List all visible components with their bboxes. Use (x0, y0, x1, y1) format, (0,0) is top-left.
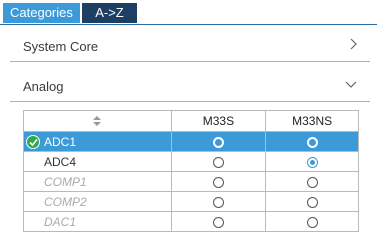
radio-cell-m33s (170, 211, 267, 232)
row-name-cell[interactable]: ADC1 (23, 131, 172, 152)
radio-m33ns[interactable] (306, 196, 318, 208)
chevron-right-icon (348, 37, 358, 54)
radio-cell-m33ns (265, 171, 359, 192)
row-label: COMP2 (44, 194, 87, 209)
row-label: COMP1 (44, 174, 87, 189)
section-system-core[interactable]: System Core (10, 35, 370, 62)
radio-cell-m33s (170, 151, 267, 172)
table-row[interactable]: ADC1 (23, 131, 359, 152)
radio-cell-m33s (170, 191, 267, 212)
tab-a-to-z[interactable]: A->Z (82, 3, 137, 23)
radio-m33s[interactable] (212, 176, 224, 188)
table-row[interactable]: DAC1 (23, 211, 359, 232)
radio-m33s[interactable] (212, 196, 224, 208)
row-label: ADC1 (44, 134, 77, 149)
radio-cell-m33ns (265, 191, 359, 212)
sort-header[interactable] (23, 110, 172, 132)
sort-icon (93, 116, 102, 127)
column-header-m33s[interactable]: M33S (170, 110, 267, 132)
row-label: ADC4 (44, 154, 77, 169)
table-header: M33S M33NS (23, 110, 359, 132)
check-circle-icon (26, 135, 40, 149)
radio-m33ns[interactable] (306, 216, 318, 228)
radio-cell-m33s (170, 171, 267, 192)
radio-cell-m33ns (265, 131, 359, 152)
row-label: DAC1 (44, 214, 77, 229)
section-label: System Core (23, 39, 99, 54)
radio-cell-m33ns (265, 211, 359, 232)
row-name-cell[interactable]: ADC4 (23, 151, 172, 172)
radio-m33s[interactable] (212, 216, 224, 228)
table-row[interactable]: ADC4 (23, 151, 359, 172)
section-analog[interactable]: Analog (10, 75, 370, 102)
radio-cell-m33s (170, 131, 267, 152)
tab-categories[interactable]: Categories (3, 3, 80, 23)
row-name-cell[interactable]: COMP2 (23, 191, 172, 212)
tab-bar: Categories A->Z (0, 0, 377, 25)
row-name-cell[interactable]: DAC1 (23, 211, 172, 232)
table-row[interactable]: COMP2 (23, 191, 359, 212)
radio-m33s[interactable] (212, 136, 224, 148)
radio-m33s[interactable] (212, 156, 224, 168)
column-header-m33ns[interactable]: M33NS (265, 110, 359, 132)
section-label: Analog (23, 79, 64, 94)
radio-cell-m33ns (265, 151, 359, 172)
peripheral-table: M33S M33NS ADC1 ADC4 COMP1 COMP2 DAC1 (23, 110, 359, 232)
radio-m33ns[interactable] (306, 156, 318, 168)
chevron-down-icon (344, 77, 358, 94)
table-row[interactable]: COMP1 (23, 171, 359, 192)
radio-m33ns[interactable] (306, 176, 318, 188)
row-name-cell[interactable]: COMP1 (23, 171, 172, 192)
radio-m33ns[interactable] (306, 136, 318, 148)
